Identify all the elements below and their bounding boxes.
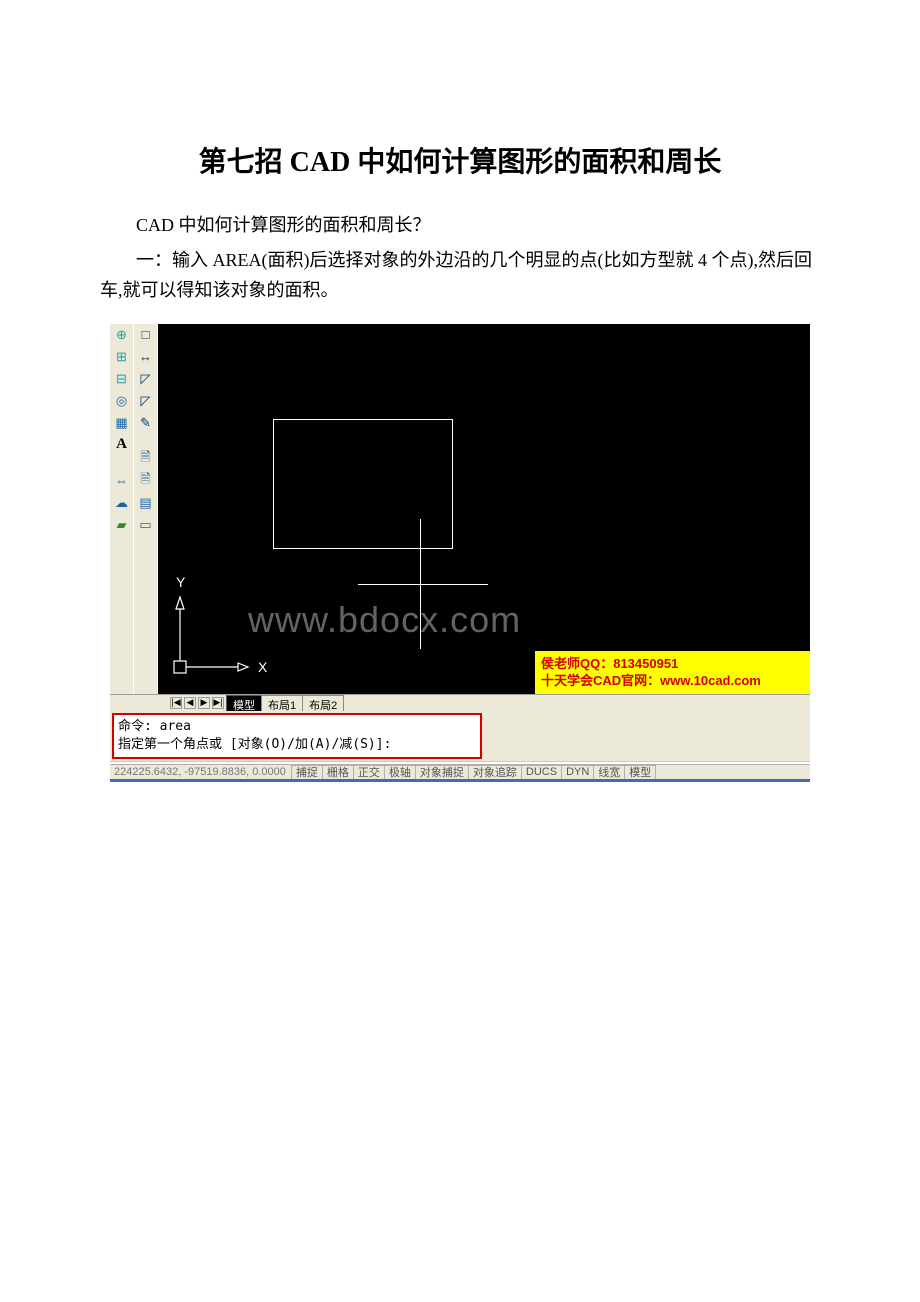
toolbar-left-1: ⊕ ⊞ ⊟ ◎ ▦ A ⇔ ☁ ▰ (110, 324, 134, 694)
status-ortho[interactable]: 正交 (353, 765, 385, 780)
promo-line-2: 十天学会CAD官网：www.10cad.com (541, 672, 804, 690)
command-line-box[interactable]: 命令: area 指定第一个角点或 [对象(O)/加(A)/减(S)]: (112, 713, 482, 759)
status-lwt[interactable]: 线宽 (593, 765, 625, 780)
tool-icon[interactable]: ▦ (113, 414, 131, 432)
tab-layout1[interactable]: 布局1 (261, 695, 303, 711)
tab-next-icon[interactable]: ▶ (198, 697, 210, 709)
paragraph-2: 一：输入 AREA(面积)后选择对象的外边沿的几个明显的点(比如方型就 4 个点… (100, 245, 820, 306)
ucs-y-label: Y (176, 574, 186, 590)
tool-icon[interactable]: ⊞ (113, 348, 131, 366)
tool-icon[interactable]: 🗎 (137, 450, 155, 468)
tool-icon[interactable]: ⇔ (113, 472, 131, 490)
command-history-line: 命令: area (118, 718, 476, 736)
status-ducs[interactable]: DUCS (521, 765, 562, 780)
cad-window: ⊕ ⊞ ⊟ ◎ ▦ A ⇔ ☁ ▰ □ ↔ ◸ ◸ ✎ 🗎 🗎 ▤ (110, 324, 810, 782)
toolbar-left-2: □ ↔ ◸ ◸ ✎ 🗎 🗎 ▤ ▭ (134, 324, 158, 694)
status-grid[interactable]: 栅格 (322, 765, 354, 780)
tool-icon[interactable]: 🗎 (137, 472, 155, 490)
status-bar: 224225.6432, -97519.8836, 0.0000 捕捉 栅格 正… (110, 764, 810, 782)
tool-icon[interactable]: ▤ (137, 494, 155, 512)
tool-icon[interactable]: ⊕ (113, 326, 131, 344)
status-osnap[interactable]: 对象捕捉 (415, 765, 469, 780)
tool-icon[interactable]: ⊟ (113, 370, 131, 388)
status-coords: 224225.6432, -97519.8836, 0.0000 (112, 766, 292, 778)
command-prompt-line: 指定第一个角点或 [对象(O)/加(A)/减(S)]: (118, 736, 476, 754)
page-title: 第七招 CAD 中如何计算图形的面积和周长 (100, 140, 820, 180)
tab-prev-icon[interactable]: ◀ (184, 697, 196, 709)
paragraph-1: CAD 中如何计算图形的面积和周长？ (100, 210, 820, 241)
tab-layout2[interactable]: 布局2 (302, 695, 344, 711)
status-model[interactable]: 模型 (624, 765, 656, 780)
status-otrack[interactable]: 对象追踪 (468, 765, 522, 780)
tool-icon[interactable]: ▭ (137, 516, 155, 534)
tab-model[interactable]: 模型 (226, 695, 262, 711)
crosshair-horizontal (358, 584, 488, 585)
tool-text-icon[interactable]: A (113, 436, 131, 454)
drawing-rectangle (273, 419, 453, 549)
cad-viewport[interactable]: X Y www.bdocx.com 侯老师QQ：813450951 十天学会CA… (158, 324, 810, 694)
watermark: www.bdocx.com (248, 599, 521, 641)
tool-icon[interactable]: ☁ (113, 494, 131, 512)
status-dyn[interactable]: DYN (561, 765, 594, 780)
ucs-x-label: X (258, 659, 268, 675)
layout-tabbar: |◀ ◀ ▶ ▶| 模型 布局1 布局2 (110, 694, 810, 711)
status-snap[interactable]: 捕捉 (291, 765, 323, 780)
cad-upper: ⊕ ⊞ ⊟ ◎ ▦ A ⇔ ☁ ▰ □ ↔ ◸ ◸ ✎ 🗎 🗎 ▤ (110, 324, 810, 694)
status-polar[interactable]: 极轴 (384, 765, 416, 780)
cad-screenshot: ⊕ ⊞ ⊟ ◎ ▦ A ⇔ ☁ ▰ □ ↔ ◸ ◸ ✎ 🗎 🗎 ▤ (110, 324, 810, 782)
tab-nav-buttons: |◀ ◀ ▶ ▶| (170, 695, 224, 711)
tab-last-icon[interactable]: ▶| (212, 697, 224, 709)
tool-icon[interactable]: ↔ (137, 348, 155, 366)
tool-icon[interactable]: ◸ (137, 370, 155, 388)
tool-icon[interactable]: ✎ (137, 414, 155, 432)
promo-line-1: 侯老师QQ：813450951 (541, 655, 804, 673)
tool-icon[interactable]: □ (137, 326, 155, 344)
tab-first-icon[interactable]: |◀ (170, 697, 182, 709)
promo-box: 侯老师QQ：813450951 十天学会CAD官网：www.10cad.com (535, 651, 810, 694)
tool-icon[interactable]: ▰ (113, 516, 131, 534)
tool-icon[interactable]: ◸ (137, 392, 155, 410)
tool-icon[interactable]: ◎ (113, 392, 131, 410)
